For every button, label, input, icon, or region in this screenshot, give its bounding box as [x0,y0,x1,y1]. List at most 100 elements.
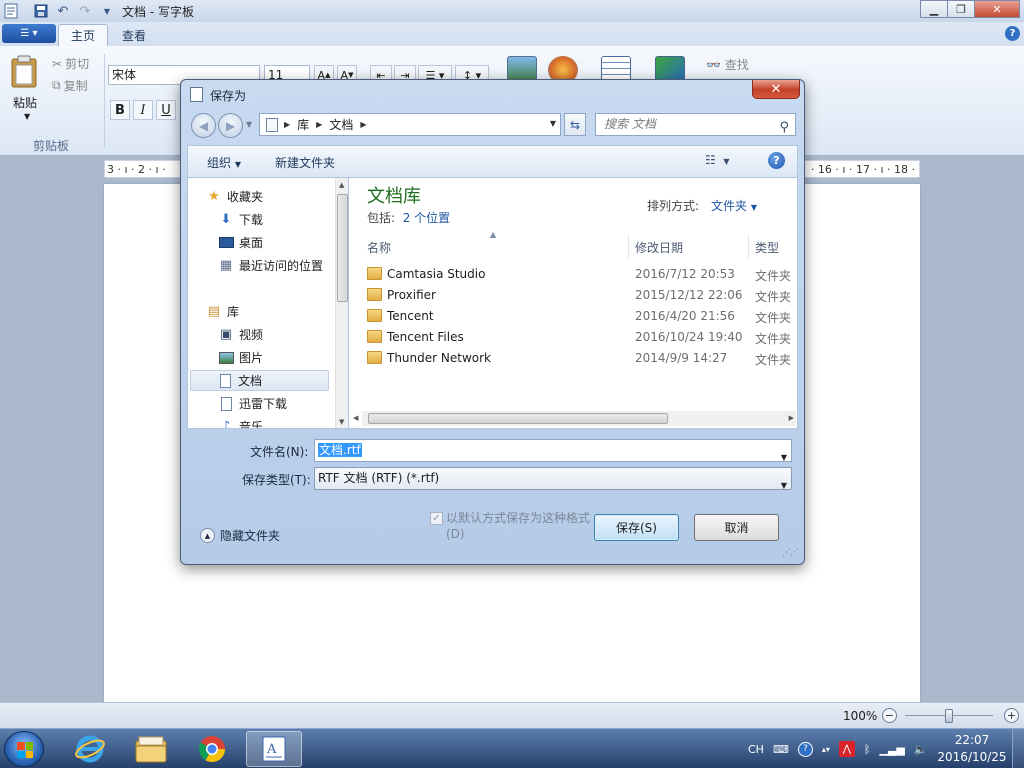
wordpad-app-icon[interactable] [2,2,20,20]
copy-button[interactable]: ⧉ 复制 [52,77,88,94]
show-desktop-button[interactable] [1012,729,1024,768]
clock[interactable]: 22:07 2016/10/25 [936,732,1008,766]
nav-item-music[interactable]: ♪ 音乐 [218,416,348,428]
arrange-by-label: 排列方式: [647,199,700,213]
undo-icon[interactable]: ↶ [54,2,72,20]
horizontal-scrollbar[interactable]: ◀ ▶ [353,411,796,426]
tray-expand-icon[interactable]: ▴▾ [822,745,830,754]
zoom-slider-thumb[interactable] [945,709,953,723]
search-input[interactable]: 搜索 文档 ⚲ [595,113,796,136]
help-tray-icon[interactable]: ? [797,741,813,757]
includes-locations-link[interactable]: 2 个位置 [403,211,450,225]
scroll-up-icon[interactable]: ▲ [339,181,344,189]
breadcrumb-chevron-icon[interactable]: ▶ [316,120,322,129]
column-header-name[interactable]: 名称 [367,238,391,258]
dialog-help-icon[interactable]: ? [768,152,785,169]
default-format-checkbox[interactable]: ✓ [430,512,443,525]
nav-item-favorites[interactable]: ★ 收藏夹 [206,186,344,207]
bold-button[interactable]: B [110,100,130,120]
restore-button[interactable]: ❐ [947,0,974,18]
nav-item-recent-places[interactable]: ▦ 最近访问的位置 [218,255,338,276]
new-folder-button[interactable]: 新建文件夹 [275,154,335,171]
address-bar[interactable]: ▶ 库 ▶ 文档 ▶ ▼ [259,113,561,136]
column-header-modified[interactable]: 修改日期 [635,238,683,258]
column-divider[interactable] [628,235,629,259]
app-menu-button[interactable]: ☰ ▾ [2,24,56,43]
zoom-out-button[interactable]: − [882,708,897,723]
customize-qat-icon[interactable]: ▼ [98,2,116,20]
underline-button[interactable]: U [156,100,176,120]
file-row[interactable]: Camtasia Studio 2016/7/12 20:53 文件夹 [362,264,792,285]
folder-icon [367,309,382,322]
zoom-in-button[interactable]: + [1004,708,1019,723]
save-icon[interactable] [32,2,50,20]
nav-item-documents[interactable]: 文档 [190,370,329,391]
breadcrumb-chevron-icon[interactable]: ▶ [284,120,290,129]
back-button[interactable]: ◀ [191,113,216,138]
filetype-select[interactable]: RTF 文档 (RTF) (*.rtf) ▼ [314,467,792,490]
paste-icon[interactable] [10,54,42,90]
help-icon[interactable]: ? [1005,26,1020,41]
volume-icon[interactable]: 🔈 [914,743,928,756]
dialog-close-button[interactable]: ✕ [752,80,800,99]
nav-item-libraries[interactable]: ▤ 库 [206,301,344,322]
find-button[interactable]: 👓 查找 [706,56,749,73]
network-signal-icon[interactable]: ▁▃▅ [879,743,904,756]
breadcrumb-library[interactable]: 库 [297,116,309,133]
filename-input[interactable]: 文档.rtf ▼ [314,439,792,462]
start-button[interactable] [4,731,44,767]
windows-logo-icon [17,742,33,758]
breadcrumb-chevron-icon[interactable]: ▶ [360,120,366,129]
file-row[interactable]: Tencent Files 2016/10/24 19:40 文件夹 [362,327,792,348]
scroll-right-icon[interactable]: ▶ [789,414,794,422]
forward-button[interactable]: ▶ [218,113,243,138]
italic-button[interactable]: I [133,100,153,120]
cancel-button[interactable]: 取消 [694,514,779,541]
file-row[interactable]: Tencent 2016/4/20 21:56 文件夹 [362,306,792,327]
scroll-left-icon[interactable]: ◀ [353,414,358,422]
tab-view[interactable]: 查看 [110,24,158,46]
column-divider[interactable] [748,235,749,259]
antivirus-icon[interactable]: ⋀ [838,741,855,757]
refresh-button[interactable]: ⇆ [564,113,586,136]
desktop-icon [218,235,234,251]
paste-dropdown-icon[interactable]: ▼ [24,112,30,121]
nav-item-videos[interactable]: ▣ 视频 [218,324,348,345]
filetype-dropdown-icon[interactable]: ▼ [781,475,787,496]
cut-button[interactable]: ✂ 剪切 [52,55,89,72]
address-dropdown-icon[interactable]: ▼ [550,119,556,128]
horizontal-scroll-thumb[interactable] [368,413,668,424]
nav-item-thunder-downloads[interactable]: 迅雷下载 [218,393,348,414]
organize-button[interactable]: 组织 ▼ [207,154,241,171]
taskbar-explorer[interactable] [123,731,179,767]
search-icon[interactable]: ⚲ [779,117,789,138]
ime-indicator[interactable]: CH [748,743,764,756]
minimize-button[interactable]: ▁ [920,0,947,18]
file-row[interactable]: Thunder Network 2014/9/9 14:27 文件夹 [362,348,792,369]
taskbar-chrome[interactable] [184,731,240,767]
save-button[interactable]: 保存(S) [594,514,679,541]
breadcrumb-documents[interactable]: 文档 [329,116,353,133]
close-button[interactable]: ✕ [974,0,1020,18]
filename-dropdown-icon[interactable]: ▼ [781,447,787,468]
keyboard-icon[interactable]: ⌨ [773,743,789,756]
nav-item-desktop[interactable]: 桌面 [218,232,348,253]
scroll-down-icon[interactable]: ▼ [339,418,344,426]
taskbar-wordpad[interactable]: A [246,731,302,767]
paste-button[interactable]: 粘贴 [13,94,37,111]
arrange-by-dropdown[interactable]: 文件夹 ▼ [711,197,757,214]
nav-scroll-thumb[interactable] [337,194,348,302]
recent-locations-dropdown[interactable]: ▼ [246,120,252,129]
taskbar-ie[interactable] [62,731,118,767]
hide-folders-button[interactable]: ▲ 隐藏文件夹 [200,527,280,544]
file-row[interactable]: Proxifier 2015/12/12 22:06 文件夹 [362,285,792,306]
bluetooth-icon[interactable]: ᛒ [864,743,871,756]
tab-home[interactable]: 主页 [58,24,109,46]
column-header-type[interactable]: 类型 [755,238,779,258]
nav-item-downloads[interactable]: ⬇ 下载 [218,209,348,230]
resize-grip-icon[interactable]: ⋰⋰ [782,548,799,558]
change-view-button[interactable]: ☷ ▼ [705,153,730,167]
nav-scrollbar[interactable]: ▲ ▼ [335,178,348,428]
redo-icon[interactable]: ↷ [76,2,94,20]
nav-item-pictures[interactable]: 图片 [218,347,348,368]
